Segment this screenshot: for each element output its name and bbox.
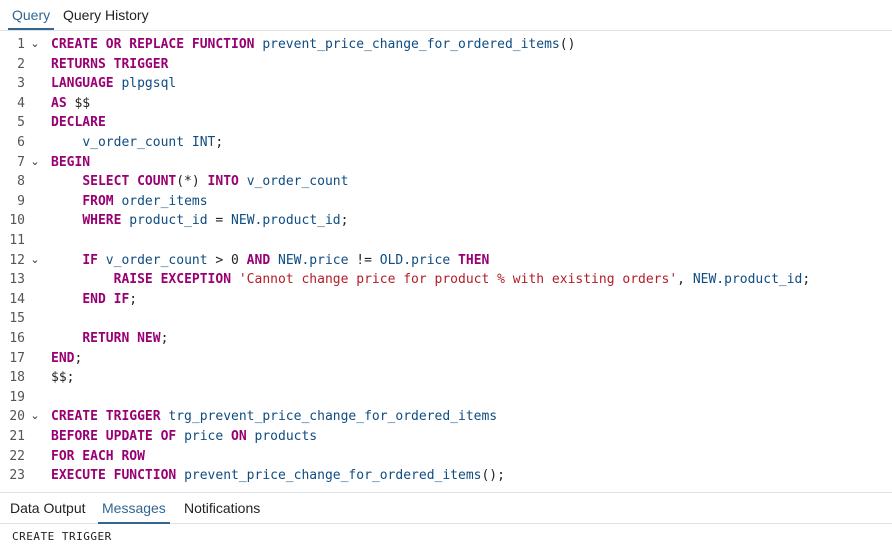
tab-data-output[interactable]: Data Output <box>6 493 90 524</box>
fold-chevron-icon[interactable]: ⌄ <box>29 35 41 55</box>
code-line[interactable]: 21 BEFORE UPDATE OF price ON products <box>0 427 892 447</box>
code-text: DECLARE <box>51 115 106 131</box>
line-number: 6 <box>17 135 25 150</box>
code-line[interactable]: 16 RETURN NEW; <box>0 329 892 349</box>
fold-chevron-icon[interactable]: ⌄ <box>29 153 41 173</box>
line-number: 8 <box>17 174 25 190</box>
line-number: 13 <box>9 272 25 288</box>
code-line[interactable]: 17 END; <box>0 349 892 369</box>
code-line[interactable]: 7 ⌄ BEGIN <box>0 153 892 173</box>
line-number: 21 <box>9 429 25 444</box>
line-number: 10 <box>9 213 25 229</box>
line-number: 15 <box>9 311 25 327</box>
results-tabs-bar: Data Output Messages Notifications <box>0 492 892 524</box>
message-output: CREATE TRIGGER <box>12 530 112 543</box>
code-text: WHERE product_id = NEW.product_id; <box>82 213 349 229</box>
line-number: 4 <box>17 95 25 111</box>
line-number: 18 <box>9 370 25 386</box>
tab-notifications[interactable]: Notifications <box>180 493 264 524</box>
code-text: RETURNS TRIGGER <box>51 56 169 72</box>
code-line[interactable]: 22 FOR EACH ROW <box>0 447 892 467</box>
code-line[interactable]: 8 SELECT COUNT(*) INTO v_order_count <box>0 172 892 192</box>
code-text: CREATE OR REPLACE FUNCTION prevent_price… <box>51 37 576 52</box>
code-text: BEFORE UPDATE OF price ON products <box>51 429 318 444</box>
line-number: 19 <box>9 389 25 405</box>
code-line[interactable]: 3 LANGUAGE plpgsql <box>0 74 892 94</box>
code-text: EXECUTE FUNCTION prevent_price_change_fo… <box>51 468 505 484</box>
code-text: v_order_count INT; <box>82 135 224 150</box>
line-number: 16 <box>9 331 25 346</box>
query-tabs-bar: Query Query History <box>0 0 892 31</box>
line-number: 20 <box>9 409 25 425</box>
code-line[interactable]: 23 EXECUTE FUNCTION prevent_price_change_… <box>0 466 892 486</box>
line-number: 23 <box>9 468 25 484</box>
fold-chevron-icon[interactable]: ⌄ <box>29 407 41 427</box>
line-number: 9 <box>17 193 25 209</box>
code-text: IF v_order_count > 0 AND NEW.price != OL… <box>82 252 490 268</box>
fold-chevron-icon[interactable]: ⌄ <box>29 251 41 271</box>
code-line[interactable]: 5 DECLARE <box>0 113 892 133</box>
tab-query[interactable]: Query <box>8 0 55 30</box>
line-number: 11 <box>9 233 25 248</box>
code-text: FOR EACH ROW <box>51 448 145 464</box>
code-line[interactable]: 11 <box>0 231 892 251</box>
code-line[interactable]: 4 AS $$ <box>0 94 892 114</box>
code-text: $$; <box>51 370 75 386</box>
code-text: END IF; <box>82 291 138 307</box>
line-number: 5 <box>17 115 25 131</box>
line-number: 17 <box>9 350 25 366</box>
code-text: FROM order_items <box>82 193 208 209</box>
line-number: 1 <box>17 37 25 52</box>
code-text: SELECT COUNT(*) INTO v_order_count <box>82 174 349 190</box>
line-number: 12 <box>9 252 25 268</box>
code-line[interactable]: 2 RETURNS TRIGGER <box>0 55 892 75</box>
code-line[interactable]: 20 ⌄ CREATE TRIGGER trg_prevent_price_chan… <box>0 407 892 427</box>
line-number: 14 <box>9 291 25 307</box>
code-line[interactable]: 13 RAISE EXCEPTION 'Cannot change price … <box>0 270 892 290</box>
line-number: 3 <box>17 76 25 92</box>
code-line[interactable]: 15 <box>0 309 892 329</box>
code-text: RETURN NEW; <box>82 331 169 346</box>
code-line[interactable]: 12 ⌄ IF v_order_count > 0 AND NEW.price !… <box>0 251 892 271</box>
line-number: 22 <box>9 448 25 464</box>
code-line[interactable]: 9 FROM order_items <box>0 192 892 212</box>
code-text: CREATE TRIGGER trg_prevent_price_change_… <box>51 409 498 425</box>
code-text: AS $$ <box>51 95 91 111</box>
code-line[interactable]: 19 <box>0 388 892 408</box>
code-text: LANGUAGE plpgsql <box>51 76 177 92</box>
code-line[interactable]: 10 WHERE product_id = NEW.product_id; <box>0 211 892 231</box>
sql-editor[interactable]: 1 ⌄ CREATE OR REPLACE FUNCTION prevent_pri… <box>0 31 892 490</box>
tab-query-history[interactable]: Query History <box>59 0 153 30</box>
code-line[interactable]: 18 $$; <box>0 368 892 388</box>
code-line[interactable]: 6 v_order_count INT; <box>0 133 892 153</box>
line-number: 7 <box>17 154 25 170</box>
code-line[interactable]: 1 ⌄ CREATE OR REPLACE FUNCTION prevent_pri… <box>0 35 892 55</box>
code-text: END; <box>51 350 83 366</box>
code-text: BEGIN <box>51 154 91 170</box>
code-text: RAISE EXCEPTION 'Cannot change price for… <box>113 272 811 288</box>
tab-messages[interactable]: Messages <box>98 493 170 524</box>
line-number: 2 <box>17 56 25 72</box>
code-line[interactable]: 14 END IF; <box>0 290 892 310</box>
